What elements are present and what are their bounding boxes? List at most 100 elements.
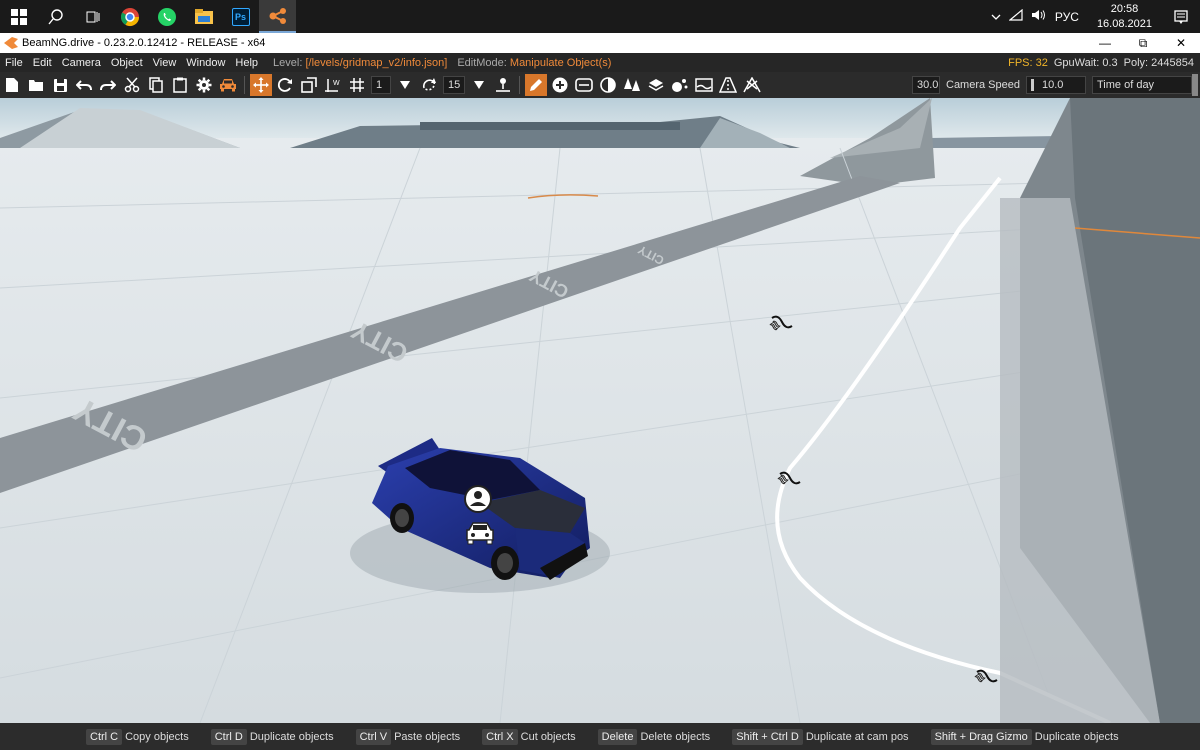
- menu-help[interactable]: Help: [230, 57, 263, 69]
- world-local-toggle-icon[interactable]: W: [322, 74, 344, 96]
- camera-speed-field[interactable]: 10.0: [1026, 76, 1086, 94]
- shortcut-hint: Shift + Drag Gizmo Duplicate objects: [930, 728, 1119, 745]
- clock[interactable]: 20:58 16.08.2021: [1087, 2, 1162, 32]
- vehicle-icon[interactable]: [217, 74, 239, 96]
- camera-person-icon[interactable]: [463, 484, 493, 514]
- snap-dropdown-icon[interactable]: [394, 74, 416, 96]
- 3d-viewport[interactable]: CITY CITY CITY CITY ≈ ≈ ≈: [0, 98, 1200, 723]
- new-file-icon[interactable]: [1, 74, 23, 96]
- shortcut-hint: Shift + Ctrl D Duplicate at cam pos: [732, 728, 909, 745]
- system-tray: РУС 20:58 16.08.2021: [991, 0, 1200, 33]
- restore-button[interactable]: ⧉: [1124, 33, 1162, 53]
- time-of-day-icon[interactable]: [597, 74, 619, 96]
- paste-icon[interactable]: [169, 74, 191, 96]
- scene-render: CITY CITY CITY CITY ≈ ≈ ≈: [0, 98, 1200, 723]
- translate-gizmo-icon[interactable]: [250, 74, 272, 96]
- fps-readout: FPS: 32: [1008, 56, 1048, 69]
- editmode-label: EditMode:: [457, 56, 507, 69]
- windows-start-icon[interactable]: [0, 0, 37, 33]
- mesh-road-icon[interactable]: [717, 74, 739, 96]
- camera-speed-value: 10.0: [1042, 79, 1064, 91]
- redo-icon[interactable]: [97, 74, 119, 96]
- grid-snap-icon[interactable]: [346, 74, 368, 96]
- file-explorer-icon[interactable]: [185, 0, 222, 33]
- time-of-day-label: Time of day: [1097, 79, 1155, 91]
- shortcut-action: Paste objects: [394, 730, 461, 743]
- settings-gear-icon[interactable]: [193, 74, 215, 96]
- beamng-icon[interactable]: [259, 0, 296, 33]
- windows-taskbar: Ps РУС 20:58 16.08.2021: [0, 0, 1200, 33]
- shortcut-key: Shift + Drag Gizmo: [930, 728, 1032, 745]
- camera-speed-slider-grab[interactable]: [1031, 79, 1034, 91]
- scale-gizmo-icon[interactable]: [298, 74, 320, 96]
- save-icon[interactable]: [49, 74, 71, 96]
- chrome-icon[interactable]: [111, 0, 148, 33]
- shortcut-key: Ctrl V: [355, 728, 392, 745]
- menu-object[interactable]: Object: [106, 57, 148, 69]
- time-of-day-field[interactable]: Time of day: [1092, 76, 1192, 94]
- level-label: Level:: [273, 56, 303, 69]
- shortcut-action: Cut objects: [520, 730, 576, 743]
- camera-controls: 30.0 Camera Speed 10.0 Time of day: [912, 76, 1192, 94]
- poly-readout: Poly: 2445854: [1123, 56, 1194, 69]
- level-path: [/levels/gridmap_v2/info.json]: [305, 56, 448, 69]
- shortcut-hint: Delete Delete objects: [597, 728, 710, 745]
- menu-window[interactable]: Window: [181, 57, 230, 69]
- navmesh-icon[interactable]: [741, 74, 763, 96]
- shortcut-key: Ctrl X: [482, 728, 518, 745]
- rotate-gizmo-icon[interactable]: [274, 74, 296, 96]
- copy-icon[interactable]: [145, 74, 167, 96]
- add-object-icon[interactable]: [549, 74, 571, 96]
- shortcut-hint: Ctrl X Cut objects: [482, 728, 576, 745]
- search-icon[interactable]: [37, 0, 74, 33]
- camera-speed-label: Camera Speed: [946, 79, 1020, 91]
- toolbar-separator: [519, 76, 521, 94]
- photoshop-icon[interactable]: Ps: [222, 0, 259, 33]
- menu-edit[interactable]: Edit: [28, 57, 57, 69]
- level-info: Level: [/levels/gridmap_v2/info.json]: [273, 57, 447, 69]
- terrain-layers-icon[interactable]: [645, 74, 667, 96]
- toolbar-scrollbar[interactable]: [1192, 74, 1198, 96]
- shortcut-action: Copy objects: [125, 730, 189, 743]
- cut-icon[interactable]: [121, 74, 143, 96]
- edit-pencil-icon[interactable]: [525, 74, 548, 96]
- shortcut-key: Ctrl D: [210, 728, 247, 745]
- window-title-bar: BeamNG.drive - 0.23.2.0.12412 - RELEASE …: [0, 33, 1200, 53]
- language-indicator[interactable]: РУС: [1055, 10, 1079, 24]
- open-folder-icon[interactable]: [25, 74, 47, 96]
- shortcut-key: Shift + Ctrl D: [732, 728, 803, 745]
- notification-icon[interactable]: [1162, 9, 1200, 25]
- forest-icon[interactable]: [621, 74, 643, 96]
- whatsapp-icon[interactable]: [148, 0, 185, 33]
- shortcut-action: Duplicate at cam pos: [805, 730, 909, 743]
- vehicle-marker-icon[interactable]: [465, 520, 495, 550]
- menu-bar: File Edit Camera Object View Window Help…: [0, 53, 1200, 72]
- rotation-snap-value[interactable]: 15: [443, 76, 466, 94]
- camera-fov-field[interactable]: 30.0: [912, 76, 940, 94]
- menu-camera[interactable]: Camera: [57, 57, 106, 69]
- river-icon[interactable]: [693, 74, 715, 96]
- terrain-snap-icon[interactable]: [492, 74, 514, 96]
- menu-file[interactable]: File: [0, 57, 28, 69]
- shortcut-action: Duplicate objects: [249, 730, 334, 743]
- road-editor-icon[interactable]: [573, 74, 595, 96]
- perf-stats: FPS: 32 GpuWait: 0.3 Poly: 2445854: [1008, 53, 1194, 72]
- undo-icon[interactable]: [73, 74, 95, 96]
- grid-snap-value[interactable]: 1: [371, 76, 391, 94]
- chevron-up-icon[interactable]: [991, 10, 1001, 24]
- volume-icon[interactable]: [1031, 9, 1047, 24]
- rotation-dropdown-icon[interactable]: [468, 74, 490, 96]
- svg-text:W: W: [333, 80, 340, 87]
- beamng-app-icon: [4, 37, 18, 49]
- rotation-snap-icon[interactable]: [418, 74, 440, 96]
- decal-icon[interactable]: [669, 74, 691, 96]
- minimize-button[interactable]: —: [1086, 33, 1124, 53]
- photoshop-label: Ps: [231, 7, 250, 26]
- close-button[interactable]: ✕: [1162, 33, 1200, 53]
- task-view-icon[interactable]: [74, 0, 111, 33]
- menu-view[interactable]: View: [148, 57, 182, 69]
- editor-toolbar: W 1 15 30.0 Camera Speed 10.0 Time of da…: [0, 72, 1200, 98]
- shortcut-hint: Ctrl D Duplicate objects: [210, 728, 334, 745]
- network-icon[interactable]: [1008, 8, 1023, 24]
- shortcut-action: Duplicate objects: [1034, 730, 1119, 743]
